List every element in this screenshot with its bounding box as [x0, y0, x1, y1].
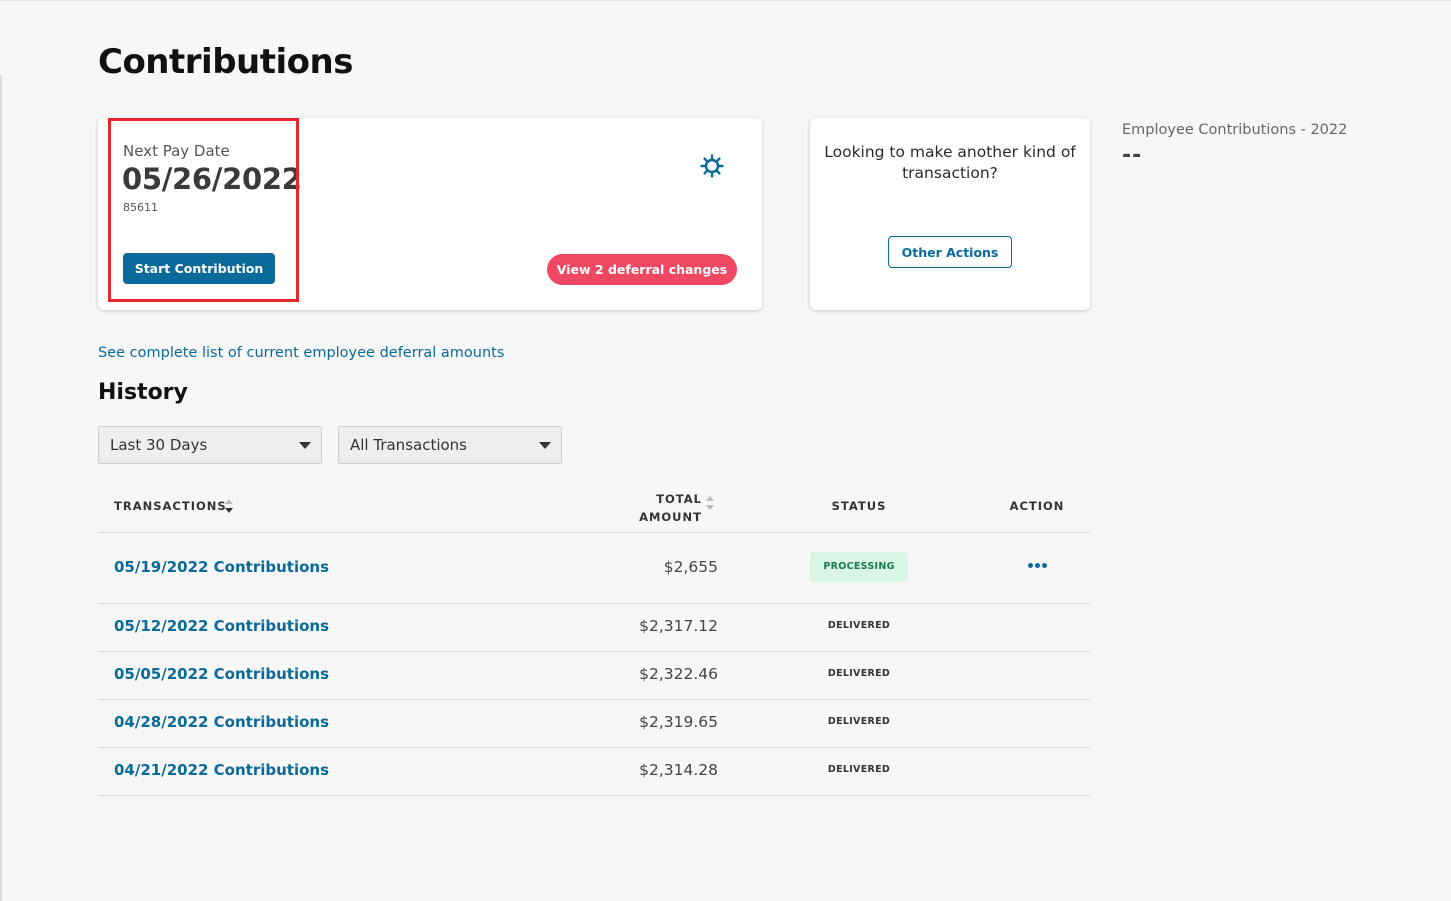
- contributions-page: Contributions Next Pay Date 05/26/2022 8…: [0, 0, 1451, 901]
- table-row-link[interactable]: 04/28/2022 Contributions: [114, 713, 329, 731]
- chevron-down-icon: [539, 442, 551, 449]
- date-range-value: Last 30 Days: [110, 436, 208, 454]
- gear-icon[interactable]: [699, 153, 725, 179]
- table-divider: [98, 603, 1090, 604]
- table-row-link[interactable]: 05/19/2022 Contributions: [114, 558, 329, 576]
- next-pay-date-value: 05/26/2022: [122, 162, 302, 196]
- status-badge: DELIVERED: [827, 620, 891, 631]
- date-range-select[interactable]: Last 30 Days: [98, 426, 322, 464]
- table-row-link[interactable]: 05/05/2022 Contributions: [114, 665, 329, 683]
- top-divider: [0, 0, 1451, 1]
- left-divider: [0, 75, 2, 901]
- row-amount: $2,314.28: [639, 761, 718, 779]
- table-divider: [98, 532, 1090, 533]
- row-amount: $2,322.46: [639, 665, 718, 683]
- sort-icon[interactable]: [225, 499, 233, 515]
- row-amount: $2,317.12: [639, 617, 718, 635]
- chevron-down-icon: [299, 442, 311, 449]
- column-header-transactions[interactable]: TRANSACTIONS: [114, 499, 233, 513]
- employee-contributions-value: --: [1122, 143, 1143, 168]
- employee-contributions-label: Employee Contributions - 2022: [1122, 122, 1348, 138]
- next-pay-date-label: Next Pay Date: [123, 142, 230, 160]
- column-header-status: STATUS: [831, 499, 887, 513]
- sort-icon[interactable]: [706, 496, 714, 512]
- table-row-link[interactable]: 05/12/2022 Contributions: [114, 617, 329, 635]
- column-header-transactions-label: TRANSACTIONS: [114, 499, 227, 513]
- row-amount: $2,319.65: [639, 713, 718, 731]
- next-pay-date-card: Next Pay Date 05/26/2022 85611 Start Con…: [98, 118, 762, 310]
- table-row-link[interactable]: 04/21/2022 Contributions: [114, 761, 329, 779]
- pay-id: 85611: [123, 201, 158, 214]
- row-amount: $2,655: [663, 558, 718, 576]
- transaction-type-select[interactable]: All Transactions: [338, 426, 562, 464]
- table-divider: [98, 699, 1090, 700]
- table-divider: [98, 747, 1090, 748]
- view-deferral-changes-button[interactable]: View 2 deferral changes: [547, 254, 737, 285]
- more-actions-icon[interactable]: [1027, 562, 1047, 570]
- status-badge: PROCESSING: [810, 552, 908, 582]
- status-badge: DELIVERED: [827, 764, 891, 775]
- other-transaction-prompt: Looking to make another kind of transact…: [824, 143, 1076, 182]
- history-title: History: [98, 380, 188, 405]
- transaction-type-value: All Transactions: [350, 436, 467, 454]
- other-actions-button[interactable]: Other Actions: [888, 236, 1012, 268]
- column-header-action: ACTION: [1009, 499, 1065, 513]
- deferral-amounts-link[interactable]: See complete list of current employee de…: [98, 345, 504, 361]
- page-title: Contributions: [98, 42, 353, 82]
- column-header-total-line1: TOTAL: [656, 492, 702, 506]
- status-badge: DELIVERED: [827, 716, 891, 727]
- column-header-total-line2: AMOUNT: [639, 510, 702, 524]
- status-badge: DELIVERED: [827, 668, 891, 679]
- other-actions-card: Looking to make another kind of transact…: [810, 118, 1090, 310]
- column-header-total-amount[interactable]: TOTAL AMOUNT: [630, 490, 714, 526]
- table-divider: [98, 795, 1090, 796]
- start-contribution-button[interactable]: Start Contribution: [123, 253, 275, 284]
- table-divider: [98, 651, 1090, 652]
